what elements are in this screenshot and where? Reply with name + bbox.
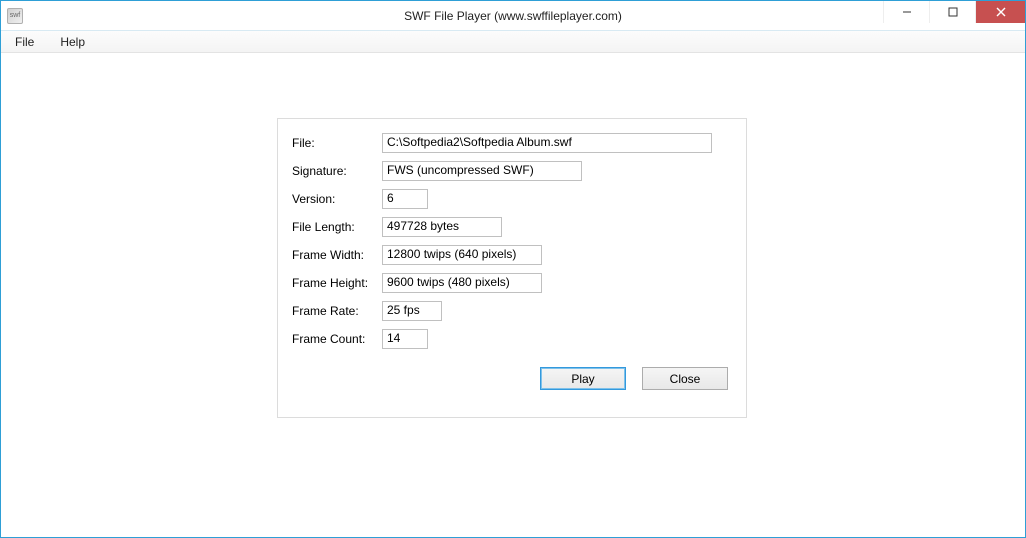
menubar: File Help (1, 31, 1025, 53)
label-framerate: Frame Rate: (292, 304, 382, 318)
app-icon: swf (7, 8, 23, 24)
row-version: Version: 6 (292, 189, 732, 209)
client-area: File: C:\Softpedia2\Softpedia Album.swf … (1, 53, 1025, 537)
row-file: File: C:\Softpedia2\Softpedia Album.swf (292, 133, 732, 153)
close-window-button[interactable] (975, 1, 1025, 23)
maximize-button[interactable] (929, 1, 975, 23)
titlebar: swf SWF File Player (www.swffileplayer.c… (1, 1, 1025, 31)
row-framewidth: Frame Width: 12800 twips (640 pixels) (292, 245, 732, 265)
button-row: Play Close (292, 367, 732, 390)
field-version[interactable]: 6 (382, 189, 428, 209)
minimize-button[interactable] (883, 1, 929, 23)
row-filelength: File Length: 497728 bytes (292, 217, 732, 237)
label-signature: Signature: (292, 164, 382, 178)
window-controls (883, 1, 1025, 30)
field-signature[interactable]: FWS (uncompressed SWF) (382, 161, 582, 181)
label-file: File: (292, 136, 382, 150)
row-frameheight: Frame Height: 9600 twips (480 pixels) (292, 273, 732, 293)
close-button[interactable]: Close (642, 367, 728, 390)
label-filelength: File Length: (292, 220, 382, 234)
label-version: Version: (292, 192, 382, 206)
play-button[interactable]: Play (540, 367, 626, 390)
file-info-group: File: C:\Softpedia2\Softpedia Album.swf … (277, 118, 747, 418)
row-framecount: Frame Count: 14 (292, 329, 732, 349)
field-file[interactable]: C:\Softpedia2\Softpedia Album.swf (382, 133, 712, 153)
app-window: swf SWF File Player (www.swffileplayer.c… (0, 0, 1026, 538)
field-filelength[interactable]: 497728 bytes (382, 217, 502, 237)
field-frameheight[interactable]: 9600 twips (480 pixels) (382, 273, 542, 293)
field-framecount[interactable]: 14 (382, 329, 428, 349)
field-framewidth[interactable]: 12800 twips (640 pixels) (382, 245, 542, 265)
window-title: SWF File Player (www.swffileplayer.com) (1, 9, 1025, 23)
field-framerate[interactable]: 25 fps (382, 301, 442, 321)
label-frameheight: Frame Height: (292, 276, 382, 290)
row-signature: Signature: FWS (uncompressed SWF) (292, 161, 732, 181)
row-framerate: Frame Rate: 25 fps (292, 301, 732, 321)
label-framecount: Frame Count: (292, 332, 382, 346)
menu-help[interactable]: Help (54, 33, 91, 51)
label-framewidth: Frame Width: (292, 248, 382, 262)
menu-file[interactable]: File (9, 33, 40, 51)
